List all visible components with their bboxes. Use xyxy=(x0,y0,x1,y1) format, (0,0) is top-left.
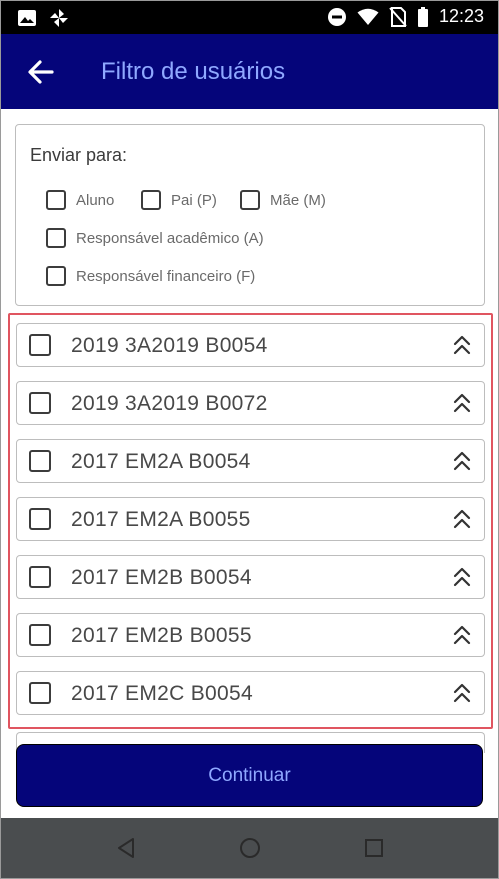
chevron-double-up-icon[interactable] xyxy=(452,450,472,472)
option-label: Responsável financeiro (F) xyxy=(76,267,256,285)
class-label: 2017 EM2C B0054 xyxy=(71,682,253,705)
class-label: 2017 EM2A B0055 xyxy=(71,508,251,531)
app-bar: Filtro de usuários xyxy=(1,34,498,109)
class-label: 2017 EM2B B0055 xyxy=(71,624,252,647)
page-title: Filtro de usuários xyxy=(101,58,286,85)
class-row[interactable]: 2019 3A2019 B0072 xyxy=(16,381,485,425)
arrow-left-icon[interactable] xyxy=(25,56,57,88)
recents-square-icon[interactable] xyxy=(362,836,386,860)
checkbox[interactable] xyxy=(240,190,260,210)
checkbox[interactable] xyxy=(29,508,51,530)
class-row[interactable]: 2019 3A2019 B0054 xyxy=(16,323,485,367)
option-mae[interactable]: Mãe (M) xyxy=(240,190,326,210)
checkbox[interactable] xyxy=(29,566,51,588)
class-row[interactable]: 2017 EM2B B0054 xyxy=(16,555,485,599)
do-not-disturb-icon xyxy=(327,7,346,26)
checkbox[interactable] xyxy=(29,682,51,704)
chevron-double-up-icon[interactable] xyxy=(452,334,472,356)
option-label: Responsável acadêmico (A) xyxy=(76,229,264,247)
app-screen: 12:23 Filtro de usuários Enviar para: Al… xyxy=(0,0,499,879)
chevron-double-up-icon[interactable] xyxy=(452,566,472,588)
class-label: 2019 3A2019 B0054 xyxy=(71,334,268,357)
option-label: Pai (P) xyxy=(171,191,217,209)
home-circle-icon[interactable] xyxy=(238,836,262,860)
checkbox[interactable] xyxy=(46,266,66,286)
status-bar: 12:23 xyxy=(1,1,498,34)
checkbox[interactable] xyxy=(46,228,66,248)
option-aluno[interactable]: Aluno xyxy=(46,190,114,210)
chevron-double-up-icon[interactable] xyxy=(452,682,472,704)
back-triangle-icon[interactable] xyxy=(114,836,138,860)
chevron-double-up-icon[interactable] xyxy=(452,392,472,414)
option-label: Mãe (M) xyxy=(270,191,326,209)
option-responsavel-academico[interactable]: Responsável acadêmico (A) xyxy=(46,228,264,248)
class-label: 2017 EM2B B0054 xyxy=(71,566,252,589)
checkbox[interactable] xyxy=(29,624,51,646)
class-row[interactable]: 2017 EM2C B0054 xyxy=(16,671,485,715)
chevron-double-up-icon[interactable] xyxy=(452,624,472,646)
class-row[interactable]: 2017 EM2A B0054 xyxy=(16,439,485,483)
send-to-title: Enviar para: xyxy=(30,145,128,165)
checkbox[interactable] xyxy=(29,392,51,414)
battery-icon xyxy=(417,6,428,27)
class-row[interactable]: 2017 EM2A B0055 xyxy=(16,497,485,541)
class-label: 2017 EM2A B0054 xyxy=(71,450,251,473)
option-pai[interactable]: Pai (P) xyxy=(141,190,217,210)
option-label: Aluno xyxy=(76,191,115,209)
class-row[interactable]: 2017 EM2B B0055 xyxy=(16,613,485,657)
checkbox[interactable] xyxy=(141,190,161,210)
checkbox[interactable] xyxy=(29,450,51,472)
continue-label: Continuar xyxy=(208,764,291,786)
continue-button[interactable]: Continuar xyxy=(16,744,483,807)
image-icon xyxy=(18,10,36,26)
no-sim-icon xyxy=(389,6,407,27)
option-responsavel-financeiro[interactable]: Responsável financeiro (F) xyxy=(46,266,255,286)
checkbox[interactable] xyxy=(29,334,51,356)
send-to-card: Enviar para: Aluno Pai (P) Mãe (M) Respo… xyxy=(15,124,485,306)
class-label: 2019 3A2019 B0072 xyxy=(71,392,268,415)
checkbox[interactable] xyxy=(46,190,66,210)
pinwheel-icon xyxy=(50,9,68,27)
chevron-double-up-icon[interactable] xyxy=(452,508,472,530)
clock: 12:23 xyxy=(438,6,484,26)
system-nav-bar xyxy=(1,818,498,878)
wifi-icon xyxy=(357,8,379,25)
